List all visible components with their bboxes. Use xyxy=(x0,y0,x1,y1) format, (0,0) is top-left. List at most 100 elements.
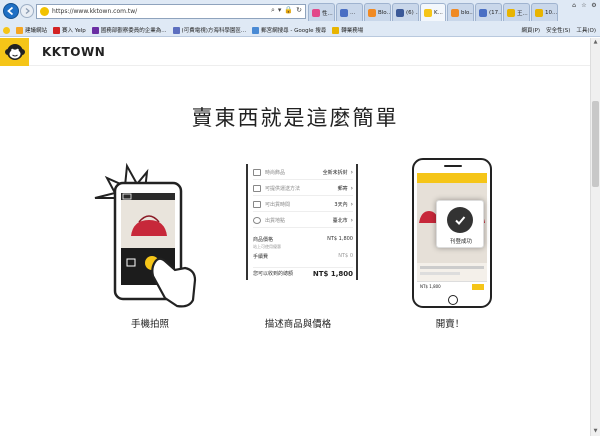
monkey-logo-icon[interactable] xyxy=(0,38,29,66)
step-label-photo: 手機拍照 xyxy=(130,319,169,330)
tab-label: blo... xyxy=(461,9,474,16)
price-row[interactable]: 商品價格 NT$ 1,800 xyxy=(253,236,353,243)
brand-logo[interactable]: KKTOWN xyxy=(42,45,105,59)
calendar-icon xyxy=(253,201,261,208)
back-button[interactable] xyxy=(3,3,19,19)
scroll-down-icon[interactable]: ▼ xyxy=(591,427,600,436)
tab-favicon-icon xyxy=(340,8,348,17)
listing-phone: NT$ 1,800 刊登成功 xyxy=(412,158,492,308)
home-icon[interactable]: ⌂ xyxy=(570,2,578,10)
tab-favicon-icon xyxy=(507,8,515,17)
tab-favicon-icon xyxy=(451,8,459,17)
window-controls: ⌂ ☆ ⚙ xyxy=(570,2,598,10)
browser-tab[interactable]: K... xyxy=(420,3,446,21)
favorite-link[interactable]: 賽入 Yelp xyxy=(50,26,89,34)
favorites-bar: 建議網站 賽入 Yelp 國務部觀察委員的企業為... (可費電視)方海科學園區...… xyxy=(0,23,600,37)
favorite-icon xyxy=(172,26,180,34)
form-row-value: 臺北市 xyxy=(332,218,348,224)
browser-tab[interactable]: 王... xyxy=(503,3,530,21)
address-bar[interactable]: https://www.kktown.com.tw/ ⌕ ▾ 🔒 ↻ xyxy=(36,4,306,19)
fee-value: NT$ 0 xyxy=(338,253,353,259)
tab-label: ... xyxy=(350,9,356,16)
favorite-label: 國務部觀察委員的企業為... xyxy=(100,28,167,34)
buy-button[interactable] xyxy=(472,283,484,290)
browser-tab[interactable]: (6) ... xyxy=(392,3,419,21)
favorite-icon xyxy=(332,26,340,34)
scroll-up-icon[interactable]: ▲ xyxy=(591,38,600,47)
form-row-category[interactable]: 時尚飾品 全新未拆封 › xyxy=(253,166,353,180)
app-topbar xyxy=(417,173,487,183)
browser-tab[interactable]: Blo... xyxy=(364,3,391,21)
chevron-right-icon: › xyxy=(350,201,353,208)
nav-row: https://www.kktown.com.tw/ ⌕ ▾ 🔒 ↻ 性....… xyxy=(0,0,600,23)
favorite-link[interactable]: 郵宮網搜尋 - Google 搜尋 xyxy=(249,26,329,34)
command-menu-item[interactable]: 工具(O) xyxy=(576,26,596,34)
dropdown-icon[interactable]: ▾ xyxy=(278,6,282,15)
form-row-shipping[interactable]: 可提供運送方法 郵寄 › xyxy=(253,182,353,196)
price-note: 站上可使用優惠 xyxy=(253,244,281,249)
step-describe-item: 時尚飾品 全新未拆封 › 可提供運送方法 郵寄 › 可出貨時間 3天內 › 出貨… xyxy=(233,158,364,338)
browser-tab[interactable]: ... xyxy=(336,3,363,21)
tab-favicon-icon xyxy=(479,8,487,17)
tag-icon xyxy=(253,169,261,176)
tab-label: 性... xyxy=(322,10,333,17)
form-row-location[interactable]: 出貨地點 臺北市 › xyxy=(253,214,353,228)
chevron-right-icon: › xyxy=(350,169,353,176)
price-label: 商品價格 xyxy=(253,237,274,243)
favorite-label: 賽入 Yelp xyxy=(62,28,86,34)
phone-speaker xyxy=(444,165,462,167)
command-menu-item[interactable]: 安全性(S) xyxy=(546,26,570,34)
favorites-star-icon[interactable] xyxy=(0,26,13,34)
location-pin-icon xyxy=(253,217,261,224)
favorites-list: 建議網站 賽入 Yelp 國務部觀察委員的企業為... (可費電視)方海科學園區...… xyxy=(13,26,366,34)
gear-icon[interactable]: ⚙ xyxy=(590,2,598,10)
favorite-link[interactable]: 轉業務場 xyxy=(329,26,366,34)
favorite-icon xyxy=(16,26,23,34)
command-bar: 網頁(P) 安全性(S) 工具(O) xyxy=(521,23,596,37)
form-phone: 時尚飾品 全新未拆封 › 可提供運送方法 郵寄 › 可出貨時間 3天內 › 出貨… xyxy=(238,158,364,284)
favorite-label: (可費電視)方海科學園區... xyxy=(181,28,247,34)
tab-favicon-icon xyxy=(424,8,432,17)
phone-camera-illustration xyxy=(94,162,197,308)
favorite-label: 建議網站 xyxy=(25,28,48,34)
item-desc-bar xyxy=(420,272,460,275)
search-icon[interactable]: ⌕ xyxy=(271,6,275,15)
total-row: 您可以收到的總額 NT$ 1,800 xyxy=(253,267,353,278)
browser-tab[interactable]: (17... xyxy=(475,3,502,21)
refresh-icon[interactable]: ↻ xyxy=(296,6,302,15)
forward-button[interactable] xyxy=(20,4,34,18)
browser-tab[interactable]: blo... xyxy=(447,3,474,21)
browser-window: https://www.kktown.com.tw/ ⌕ ▾ 🔒 ↻ 性....… xyxy=(0,0,600,444)
form-row-ship-time[interactable]: 可出貨時間 3天內 › xyxy=(253,198,353,212)
star-icon[interactable]: ☆ xyxy=(580,2,588,10)
command-menu-item[interactable]: 網頁(P) xyxy=(521,26,540,34)
address-url: https://www.kktown.com.tw/ xyxy=(52,8,138,15)
browser-tab[interactable]: 10... xyxy=(531,3,558,21)
home-button[interactable] xyxy=(448,295,458,305)
main-content: 賣東西就是這麼簡單 手機拍照 時尚飾品 全新未拆封 › 可提供運送方法 郵寄 ›… xyxy=(0,66,590,436)
favorite-icon xyxy=(91,26,99,34)
tab-label: (17... xyxy=(489,9,502,16)
listing-footer: NT$ 1,800 xyxy=(417,281,487,291)
tab-favicon-icon xyxy=(368,8,376,17)
favorite-icon xyxy=(53,26,61,34)
page-scrollbar[interactable]: ▲ ▼ xyxy=(590,38,600,436)
price-value: NT$ 1,800 xyxy=(327,236,353,242)
site-header: KKTOWN xyxy=(0,38,590,66)
favorite-link[interactable]: (可費電視)方海科學園區... xyxy=(170,26,250,34)
chevron-right-icon: › xyxy=(350,185,353,192)
scrollbar-thumb[interactable] xyxy=(592,101,599,187)
form-row-label: 可提供運送方法 xyxy=(265,186,301,192)
total-label: 您可以收到的總額 xyxy=(253,271,294,277)
browser-tab[interactable]: 性... xyxy=(308,3,335,21)
tab-label: 王... xyxy=(517,10,528,17)
lock-icon[interactable]: 🔒 xyxy=(284,6,293,15)
favorite-link[interactable]: 建議網站 xyxy=(13,26,50,34)
form-row-label: 可出貨時間 xyxy=(265,202,291,208)
chevron-right-icon: › xyxy=(350,217,353,224)
site-favicon-icon xyxy=(40,7,49,16)
check-circle-icon xyxy=(447,207,473,233)
success-card: 刊登成功 xyxy=(436,200,484,248)
tab-label: Blo... xyxy=(378,9,391,16)
favorite-link[interactable]: 國務部觀察委員的企業為... xyxy=(89,26,170,34)
